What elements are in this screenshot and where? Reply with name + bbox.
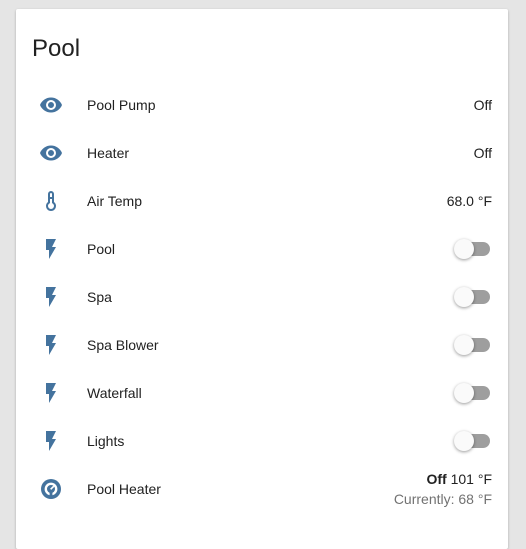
flash-icon — [39, 333, 63, 357]
entity-name: Heater — [87, 145, 130, 161]
entity-row-air-temp[interactable]: Air Temp 68.0 °F — [16, 177, 508, 225]
entity-row-pool: Pool — [16, 225, 508, 273]
entity-row-waterfall: Waterfall — [16, 369, 508, 417]
toggle-thumb — [454, 383, 474, 403]
entity-name: Pool — [87, 241, 116, 257]
eye-icon — [39, 141, 63, 165]
entity-name: Pool Pump — [87, 97, 156, 113]
waterfall-toggle[interactable] — [454, 383, 492, 403]
card-title: Pool — [32, 35, 81, 62]
lights-toggle[interactable] — [454, 431, 492, 451]
flash-icon — [39, 381, 63, 405]
pool-toggle[interactable] — [454, 239, 492, 259]
entity-row-spa: Spa — [16, 273, 508, 321]
entity-row-heater[interactable]: Heater Off — [16, 129, 508, 177]
climate-target: Off 101 °F — [394, 469, 492, 489]
entity-state: Off — [473, 97, 492, 113]
spa-toggle[interactable] — [454, 287, 492, 307]
climate-target-temp: 101 °F — [450, 471, 492, 487]
climate-state: Off 101 °F Currently: 68 °F — [394, 469, 492, 509]
spa-blower-toggle[interactable] — [454, 335, 492, 355]
eye-icon — [39, 93, 63, 117]
entity-name: Lights — [87, 433, 125, 449]
entity-row-lights: Lights — [16, 417, 508, 465]
climate-current-temp: Currently: 68 °F — [393, 491, 492, 507]
flash-icon — [39, 429, 63, 453]
climate-mode: Off — [426, 471, 447, 487]
entity-row-pool-heater[interactable]: Pool Heater Off 101 °F Currently: 68 °F — [16, 465, 508, 513]
entity-name: Spa — [87, 289, 112, 305]
entity-row-spa-blower: Spa Blower — [16, 321, 508, 369]
entities-card: Pool Pool Pump Off Heater Off Air Temp 6… — [16, 9, 508, 549]
entity-name: Pool Heater — [87, 481, 161, 497]
entity-state: 68.0 °F — [446, 193, 492, 209]
entity-name: Spa Blower — [87, 337, 159, 353]
entity-name: Air Temp — [87, 193, 142, 209]
entity-row-pool-pump[interactable]: Pool Pump Off — [16, 81, 508, 129]
toggle-thumb — [454, 287, 474, 307]
flash-icon — [39, 285, 63, 309]
thermostat-icon — [39, 477, 63, 501]
entity-state: Off — [473, 145, 492, 161]
entity-name: Waterfall — [87, 385, 142, 401]
toggle-thumb — [454, 335, 474, 355]
thermometer-icon — [39, 189, 63, 213]
toggle-thumb — [454, 239, 474, 259]
flash-icon — [39, 237, 63, 261]
toggle-thumb — [454, 431, 474, 451]
